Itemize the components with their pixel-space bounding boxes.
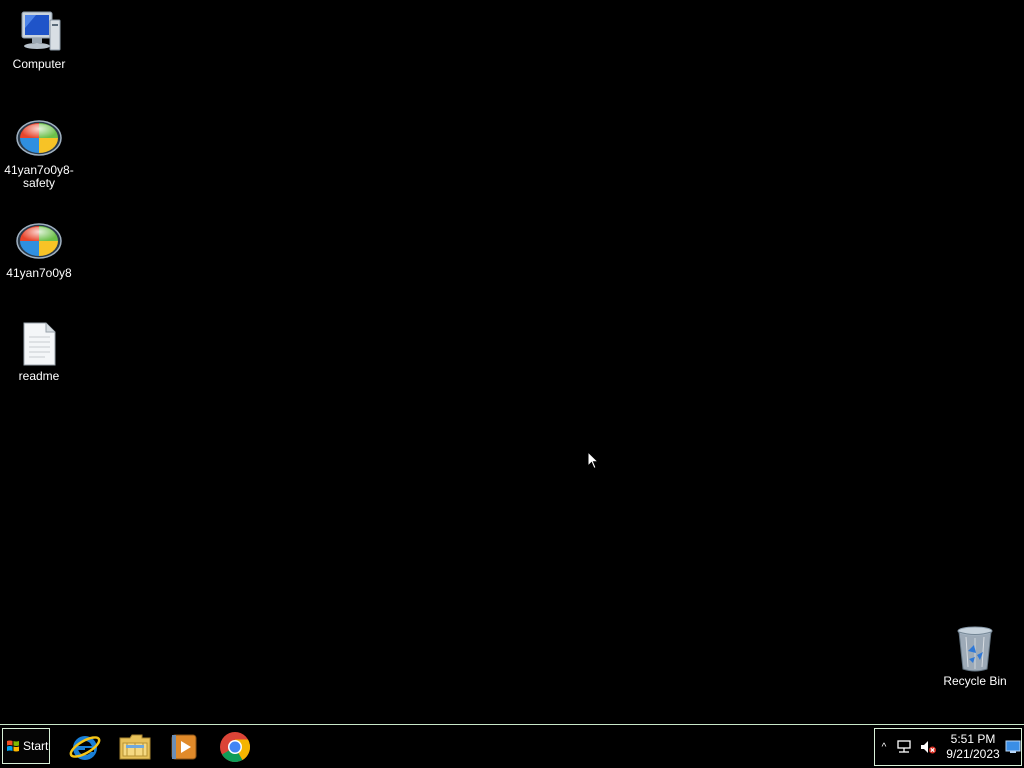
media-player-icon bbox=[171, 734, 197, 760]
folder-icon bbox=[119, 734, 151, 760]
desktop-icon-recycle-bin[interactable]: Recycle Bin bbox=[936, 625, 1014, 688]
taskbar-pin-internet-explorer[interactable] bbox=[67, 729, 103, 765]
clock-date: 9/21/2023 bbox=[946, 747, 1000, 761]
desktop[interactable]: Computer 41yan7o0y8-safety 41yan7o0y8 re… bbox=[0, 0, 1024, 724]
chrome-icon bbox=[220, 732, 251, 763]
desktop-icon-label: Computer bbox=[12, 57, 66, 71]
show-desktop-icon[interactable] bbox=[1005, 740, 1021, 754]
taskbar-pin-windows-explorer[interactable] bbox=[117, 729, 153, 765]
start-button[interactable]: Start bbox=[2, 728, 50, 764]
desktop-icon-41yan7o0y8[interactable]: 41yan7o0y8 bbox=[0, 217, 78, 280]
network-icon[interactable] bbox=[895, 739, 913, 755]
internet-explorer-icon bbox=[69, 736, 101, 760]
volume-muted-icon[interactable] bbox=[919, 739, 937, 755]
desktop-icon-computer[interactable]: Computer bbox=[0, 8, 78, 71]
desktop-icon-41yan7o0y8-safety[interactable]: 41yan7o0y8-safety bbox=[0, 114, 78, 190]
recycle-bin-icon bbox=[951, 625, 999, 673]
clock[interactable]: 5:51 PM 9/21/2023 bbox=[941, 732, 1005, 762]
mouse-cursor-icon bbox=[587, 450, 600, 475]
clock-time: 5:51 PM bbox=[950, 732, 996, 746]
desktop-icon-label: Recycle Bin bbox=[943, 674, 1007, 688]
start-label: Start bbox=[23, 739, 49, 753]
computer-icon bbox=[15, 8, 63, 56]
taskbar-pin-chrome[interactable] bbox=[217, 729, 253, 765]
windows-flag-icon bbox=[7, 740, 19, 752]
taskbar-pin-media-player[interactable] bbox=[166, 729, 202, 765]
desktop-icon-label: 41yan7o0y8-safety bbox=[4, 163, 74, 190]
text-file-icon bbox=[15, 320, 63, 368]
windows-orb-icon bbox=[15, 217, 63, 265]
desktop-icon-label: 41yan7o0y8 bbox=[6, 266, 72, 280]
taskbar: Start ^ 5:51 PM 9/21/2023 bbox=[0, 724, 1024, 768]
desktop-icon-label: readme bbox=[18, 369, 60, 383]
windows-orb-icon bbox=[15, 114, 63, 162]
show-hidden-icons-chevron-icon[interactable]: ^ bbox=[878, 739, 890, 755]
desktop-icon-readme[interactable]: readme bbox=[0, 320, 78, 383]
chevron-up-icon: ^ bbox=[881, 741, 887, 753]
system-tray: ^ 5:51 PM 9/21/2023 bbox=[874, 728, 1022, 766]
